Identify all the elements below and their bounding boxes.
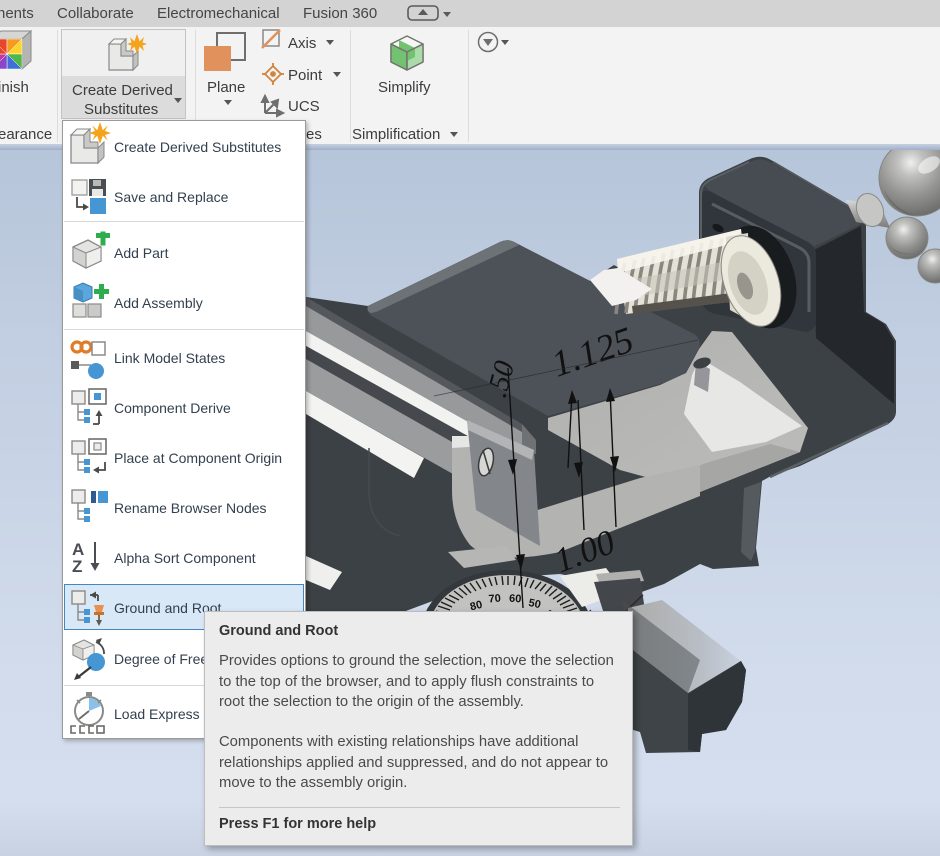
svg-text:60: 60 [509, 593, 522, 606]
svg-text:70: 70 [488, 593, 501, 606]
svg-text:50: 50 [527, 597, 541, 611]
